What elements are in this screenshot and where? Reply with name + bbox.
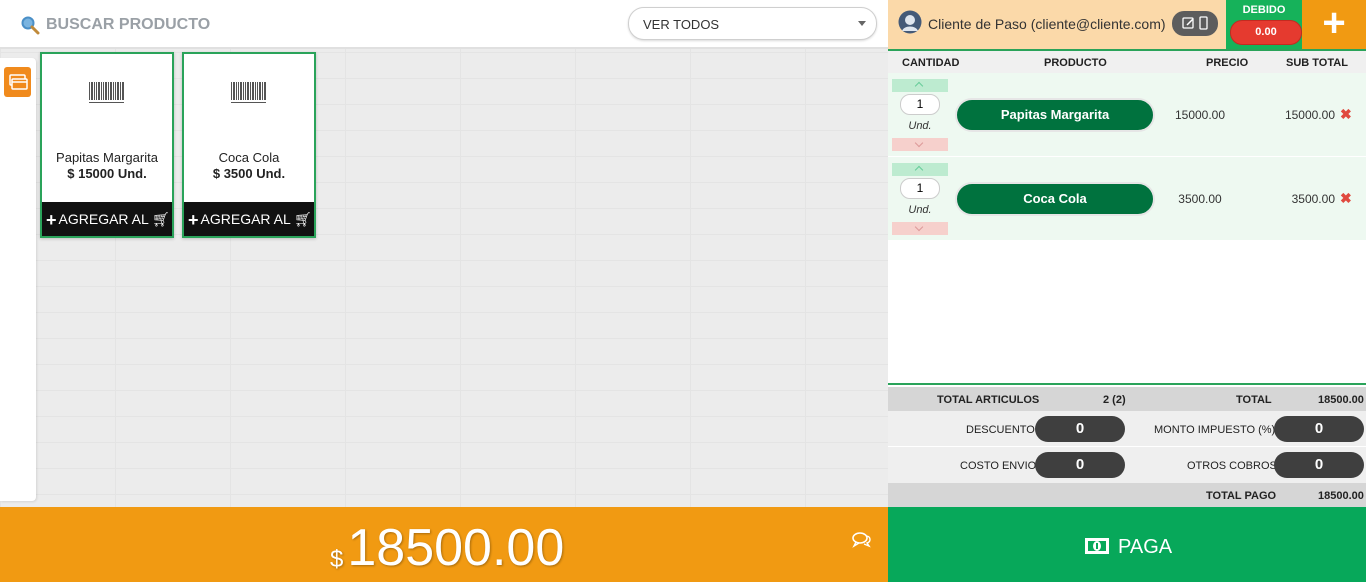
currency-symbol: $ xyxy=(330,546,344,573)
payment-methods-button[interactable] xyxy=(4,67,31,97)
product-name: Coca Cola xyxy=(218,150,280,165)
add-to-cart-button[interactable]: + AGREGAR AL 🛒︎ xyxy=(184,202,314,236)
qty-decrease-button[interactable] xyxy=(892,138,948,151)
header-qty: CANTIDAD xyxy=(902,57,960,69)
cart-item-price: 15000.00 xyxy=(1174,108,1226,122)
cart-product-name[interactable]: Papitas Margarita xyxy=(955,98,1155,132)
add-to-cart-label: AGREGAR AL xyxy=(200,211,291,227)
plus-icon: + xyxy=(188,210,199,230)
shipping-label: COSTO ENVIO xyxy=(960,460,1037,472)
client-edit-button[interactable] xyxy=(1172,11,1218,36)
add-to-cart-label: AGREGAR AL xyxy=(58,211,149,227)
remove-item-icon[interactable]: ✖ xyxy=(1340,106,1352,123)
product-card[interactable]: Papitas Margarita $ 15000 Und. + AGREGAR … xyxy=(40,52,174,238)
add-client-button[interactable]: + xyxy=(1302,0,1366,49)
pos-app: VER TODOS xyxy=(0,0,1366,582)
header-product: PRODUCTO xyxy=(1044,57,1107,69)
product-price: $ 15000 Und. xyxy=(67,166,147,181)
qty-input[interactable]: 1 xyxy=(900,94,940,115)
qty-decrease-button[interactable] xyxy=(892,222,948,235)
tax-input[interactable]: 0 xyxy=(1274,416,1364,442)
total-items-label: TOTAL ARTICULOS xyxy=(937,394,1040,406)
qty-unit: Und. xyxy=(908,204,932,216)
search-icon[interactable] xyxy=(20,15,40,35)
discount-tax-row: DESCUENTO 0 MONTO IMPUESTO (%) 0 xyxy=(888,411,1366,447)
summary-totals-row: TOTAL ARTICULOS 2 (2) TOTAL 18500.00 xyxy=(888,387,1366,411)
cart-panel: Cliente de Paso (cliente@cliente.com) DE… xyxy=(888,0,1366,507)
other-charges-label: OTROS COBROS xyxy=(1187,460,1277,472)
grand-total-bar: $18500.00 xyxy=(0,507,888,582)
total-label: TOTAL xyxy=(1236,394,1272,406)
client-bar: Cliente de Paso (cliente@cliente.com) xyxy=(888,0,1226,49)
total-pay-label: TOTAL PAGO xyxy=(1206,490,1277,502)
side-toolbar xyxy=(0,58,36,501)
product-price: $ 3500 Und. xyxy=(212,166,286,181)
products-area: VER TODOS xyxy=(0,0,888,507)
total-pay-value: 18500.00 xyxy=(1318,490,1364,502)
barcode-icon xyxy=(231,82,266,103)
cart-row: 1 Und. Papitas Margarita 15000.00 15000.… xyxy=(888,73,1366,157)
qty-unit: Und. xyxy=(908,120,932,132)
cards-icon xyxy=(9,74,28,90)
edit-phone-icon xyxy=(1182,16,1208,30)
cart-product-name[interactable]: Coca Cola xyxy=(955,182,1155,216)
product-card[interactable]: Coca Cola $ 3500 Und. + AGREGAR AL 🛒︎ xyxy=(182,52,316,238)
search-input[interactable] xyxy=(46,13,346,37)
total-value: 18500.00 xyxy=(1318,394,1364,406)
qty-increase-button[interactable] xyxy=(892,79,948,92)
qty-increase-button[interactable] xyxy=(892,163,948,176)
cart-icon: 🛒︎ xyxy=(294,211,312,227)
grand-total-value: 18500.00 xyxy=(347,519,565,577)
debit-label: DEBIDO xyxy=(1242,4,1286,16)
product-name: Papitas Margarita xyxy=(56,150,158,165)
total-pay-row: TOTAL PAGO 18500.00 xyxy=(888,483,1366,507)
cart-icon: 🛒︎ xyxy=(152,211,170,227)
money-icon xyxy=(1085,538,1109,554)
remove-item-icon[interactable]: ✖ xyxy=(1340,190,1352,207)
summary-footer: TOTAL ARTICULOS 2 (2) TOTAL 18500.00 DES… xyxy=(888,383,1366,507)
cart-item-price: 3500.00 xyxy=(1178,192,1222,206)
other-charges-input[interactable]: 0 xyxy=(1274,452,1364,478)
category-filter-value: VER TODOS xyxy=(643,17,720,32)
header-price: PRECIO xyxy=(1206,57,1249,69)
barcode-icon xyxy=(89,82,124,103)
qty-input[interactable]: 1 xyxy=(900,178,940,199)
comments-icon[interactable] xyxy=(852,532,872,548)
cart-item-subtotal: 15000.00 xyxy=(1284,108,1335,122)
add-to-cart-button[interactable]: + AGREGAR AL 🛒︎ xyxy=(42,202,172,236)
tax-label: MONTO IMPUESTO (%) xyxy=(1154,424,1276,436)
chevron-down-icon xyxy=(858,21,866,26)
client-name[interactable]: Cliente de Paso (cliente@cliente.com) xyxy=(928,16,1166,32)
plus-icon: + xyxy=(46,210,57,230)
shipping-other-row: COSTO ENVIO 0 OTROS COBROS 0 xyxy=(888,447,1366,483)
user-avatar-icon xyxy=(898,10,922,34)
cart-header: CANTIDAD PRODUCTO PRECIO SUB TOTAL xyxy=(888,49,1366,73)
pay-label: PAGA xyxy=(1118,536,1173,558)
search-bar: VER TODOS xyxy=(0,0,888,49)
grand-total-amount: $18500.00 xyxy=(330,522,564,582)
discount-label: DESCUENTO xyxy=(966,424,1035,436)
header-subtotal: SUB TOTAL xyxy=(1286,57,1348,69)
cart-row: 1 Und. Coca Cola 3500.00 3500.00 ✖ xyxy=(888,157,1366,241)
debit-box: DEBIDO 0.00 xyxy=(1226,0,1302,49)
pay-button[interactable]: PAGA xyxy=(888,507,1366,582)
shipping-input[interactable]: 0 xyxy=(1035,452,1125,478)
debit-value[interactable]: 0.00 xyxy=(1230,20,1302,45)
cart-item-subtotal: 3500.00 xyxy=(1291,192,1335,206)
total-items-value: 2 (2) xyxy=(1103,394,1126,406)
category-filter-select[interactable]: VER TODOS xyxy=(628,7,877,40)
discount-input[interactable]: 0 xyxy=(1035,416,1125,442)
